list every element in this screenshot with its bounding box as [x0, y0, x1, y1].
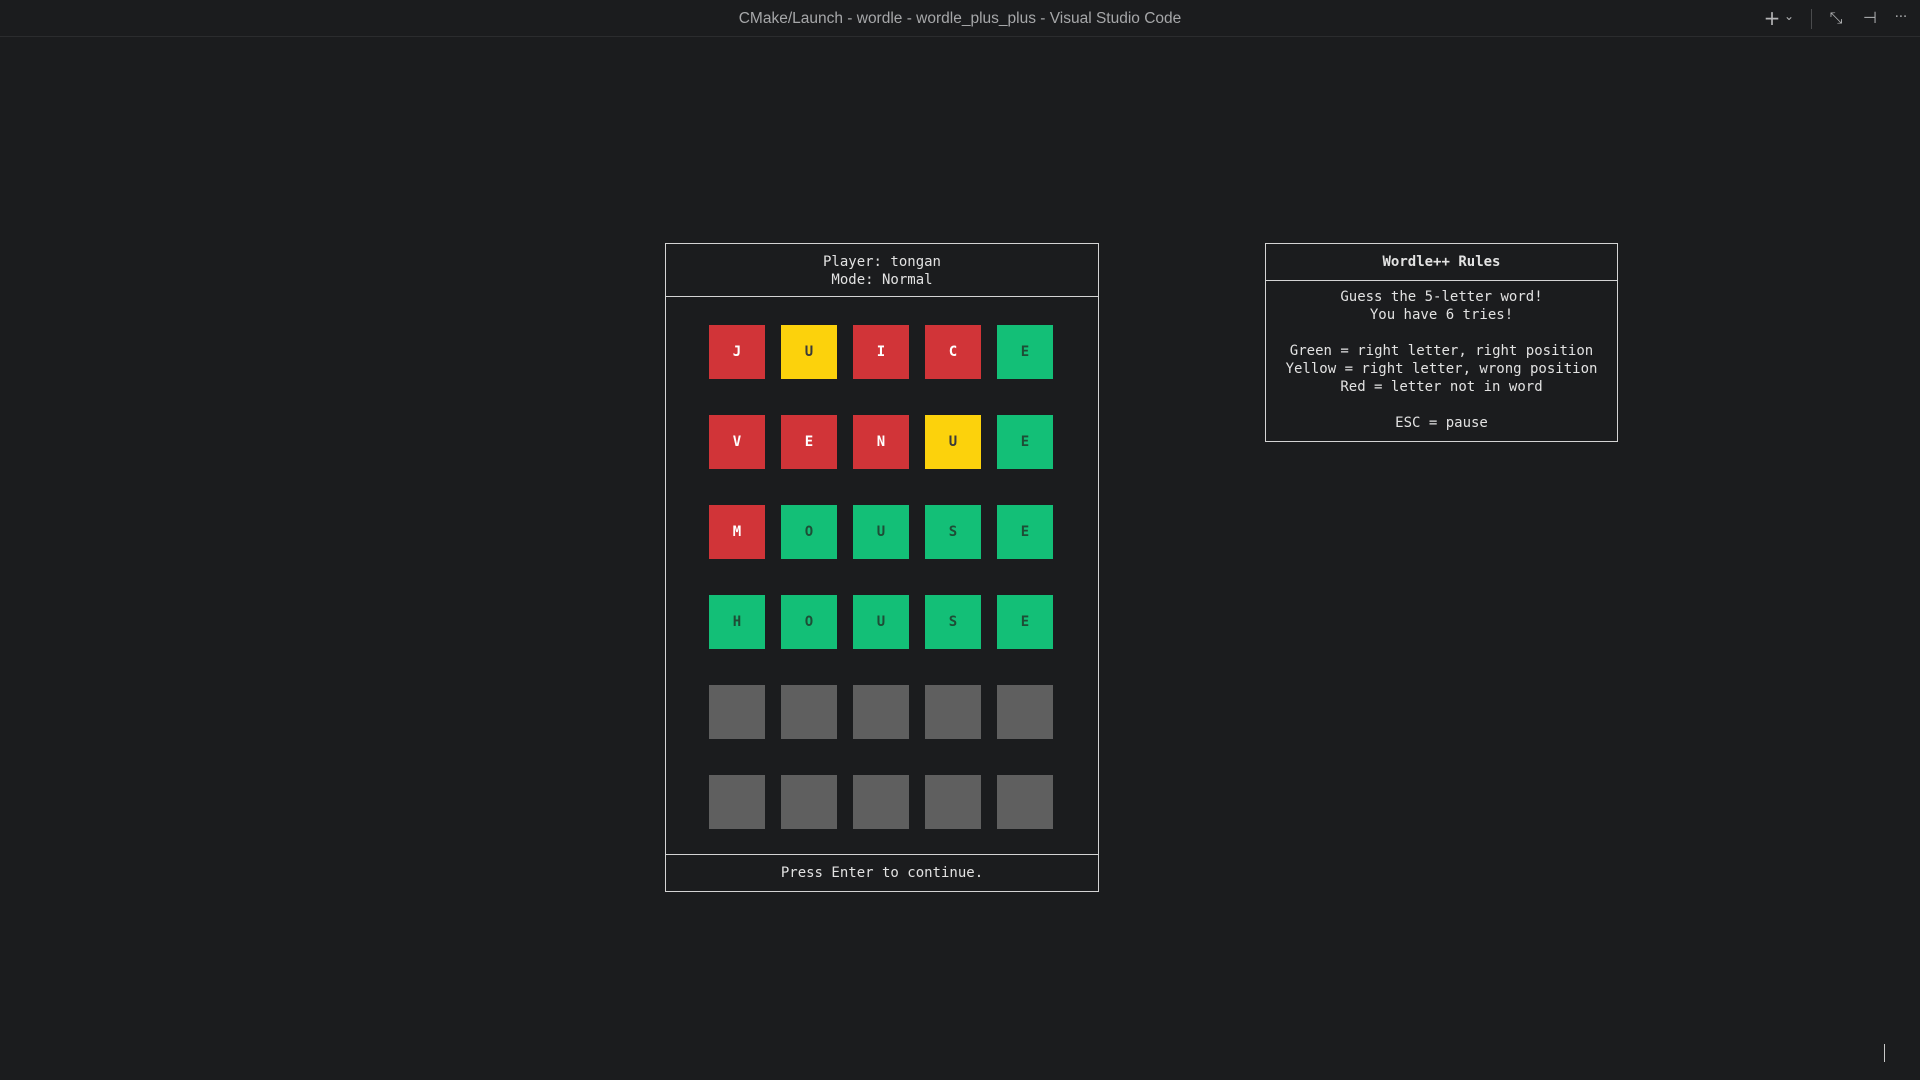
empty-tile [781, 685, 837, 739]
letter-tile: O [781, 505, 837, 559]
player-label: Player: tongan [822, 254, 941, 270]
rules-panel: Wordle++ Rules Guess the 5-letter word! … [1265, 243, 1618, 442]
pin-icon[interactable]: ⊣ [1860, 6, 1880, 30]
board-row: MOUSE [709, 505, 1056, 559]
empty-tile [709, 685, 765, 739]
continue-prompt: Press Enter to continue. [666, 854, 1098, 891]
letter-tile: S [925, 505, 981, 559]
empty-tile [781, 775, 837, 829]
title-bar: CMake/Launch - wordle - wordle_plus_plus… [0, 0, 1920, 37]
rule-line: Green = right letter, right position [1289, 343, 1594, 359]
letter-tile: V [709, 415, 765, 469]
rule-line: Red = letter not in word [1340, 379, 1543, 395]
letter-tile: N [853, 415, 909, 469]
letter-tile: U [853, 595, 909, 649]
plus-icon[interactable]: + [1763, 6, 1781, 30]
letter-tile: E [781, 415, 837, 469]
empty-tile [925, 775, 981, 829]
letter-tile: E [997, 505, 1053, 559]
letter-tile: U [853, 505, 909, 559]
letter-tile: E [997, 415, 1053, 469]
game-header: Player: tongan Mode: Normal [666, 244, 1098, 297]
window-title: CMake/Launch - wordle - wordle_plus_plus… [738, 10, 1182, 27]
board-row: HOUSE [709, 595, 1056, 649]
game-panel: Player: tongan Mode: Normal JUICEVENUEMO… [665, 243, 1099, 892]
board-row: JUICE [709, 325, 1056, 379]
letter-tile: O [781, 595, 837, 649]
rule-line [1266, 396, 1617, 414]
letter-tile: E [997, 325, 1053, 379]
rule-line: Yellow = right letter, wrong position [1285, 361, 1598, 377]
more-icon[interactable]: ··· [1890, 6, 1912, 30]
title-bar-separator [1811, 9, 1812, 29]
letter-tile: M [709, 505, 765, 559]
rule-line: Guess the 5-letter word! [1340, 289, 1543, 305]
mode-label: Mode: Normal [831, 272, 933, 288]
exit-fullscreen-icon[interactable]: ⤡ [1826, 6, 1846, 30]
board-row [709, 775, 1056, 829]
game-board: JUICEVENUEMOUSEHOUSE [709, 325, 1056, 865]
rule-line: You have 6 tries! [1369, 307, 1514, 323]
board-row [709, 685, 1056, 739]
empty-tile [853, 685, 909, 739]
chevron-down-icon[interactable]: ⌄ [1782, 4, 1796, 28]
letter-tile: E [997, 595, 1053, 649]
letter-tile: U [781, 325, 837, 379]
empty-tile [853, 775, 909, 829]
letter-tile: C [925, 325, 981, 379]
rule-line: ESC = pause [1395, 415, 1488, 431]
letter-tile: J [709, 325, 765, 379]
empty-tile [997, 775, 1053, 829]
rule-line [1266, 324, 1617, 342]
rules-title: Wordle++ Rules [1266, 244, 1617, 281]
rules-body: Guess the 5-letter word! You have 6 trie… [1266, 281, 1617, 432]
text-cursor [1884, 1044, 1885, 1062]
letter-tile: S [925, 595, 981, 649]
letter-tile: H [709, 595, 765, 649]
empty-tile [709, 775, 765, 829]
empty-tile [997, 685, 1053, 739]
letter-tile: U [925, 415, 981, 469]
empty-tile [925, 685, 981, 739]
letter-tile: I [853, 325, 909, 379]
board-row: VENUE [709, 415, 1056, 469]
